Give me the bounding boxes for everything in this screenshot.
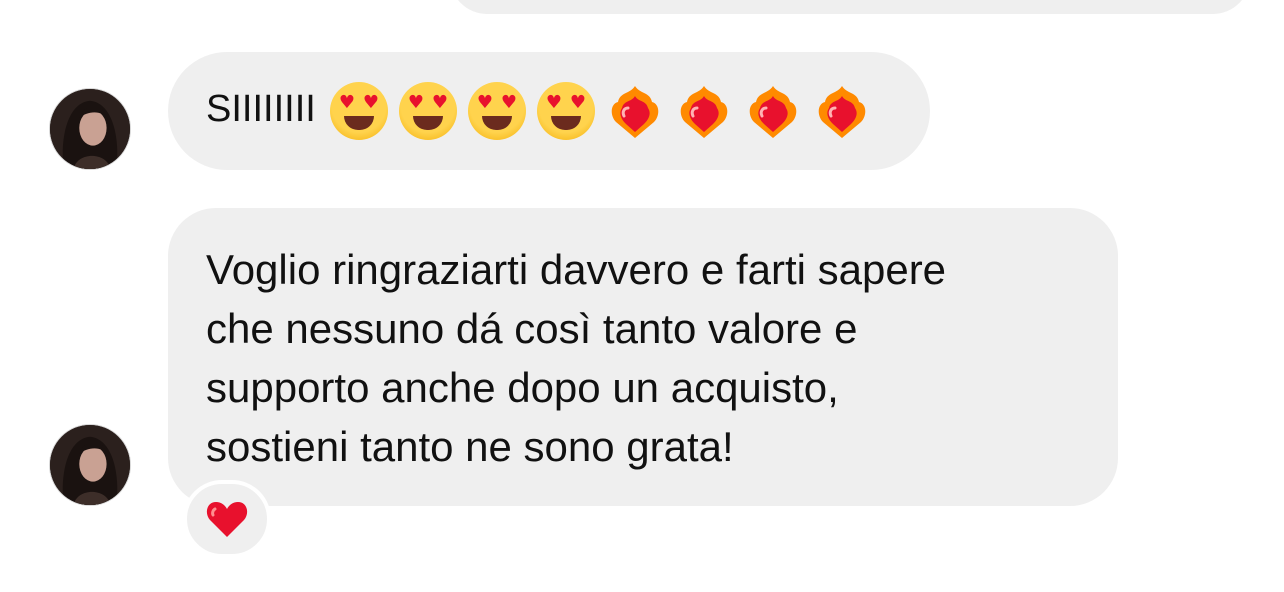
avatar-photo-icon	[50, 425, 130, 505]
heart-on-fire-emoji-icon	[606, 82, 664, 140]
previous-message-bubble[interactable]	[450, 0, 1250, 14]
heart-eyes-emoji-icon: ♥ ♥	[329, 82, 388, 140]
heart-on-fire-emoji-icon	[813, 82, 871, 140]
avatar[interactable]	[49, 88, 131, 170]
red-heart-icon	[206, 502, 248, 537]
message-text: Voglio ringraziarti davvero e farti sape…	[206, 246, 947, 470]
message-reaction[interactable]	[183, 480, 271, 558]
message-text: SIIIIIIII ♥ ♥ ♥ ♥ ♥ ♥ ♥ ♥	[206, 82, 882, 140]
message-bubble-1[interactable]: SIIIIIIII ♥ ♥ ♥ ♥ ♥ ♥ ♥ ♥	[168, 52, 930, 170]
heart-on-fire-emoji-icon	[744, 82, 802, 140]
avatar[interactable]	[49, 424, 131, 506]
message-bubble-2[interactable]: Voglio ringraziarti davvero e farti sape…	[168, 208, 1118, 506]
heart-eyes-emoji-icon: ♥ ♥	[467, 82, 526, 140]
message-text-content: SIIIIIIII	[206, 88, 316, 131]
avatar-photo-icon	[50, 89, 130, 169]
heart-eyes-emoji-icon: ♥ ♥	[536, 82, 595, 140]
heart-on-fire-emoji-icon	[675, 82, 733, 140]
heart-eyes-emoji-icon: ♥ ♥	[398, 82, 457, 140]
